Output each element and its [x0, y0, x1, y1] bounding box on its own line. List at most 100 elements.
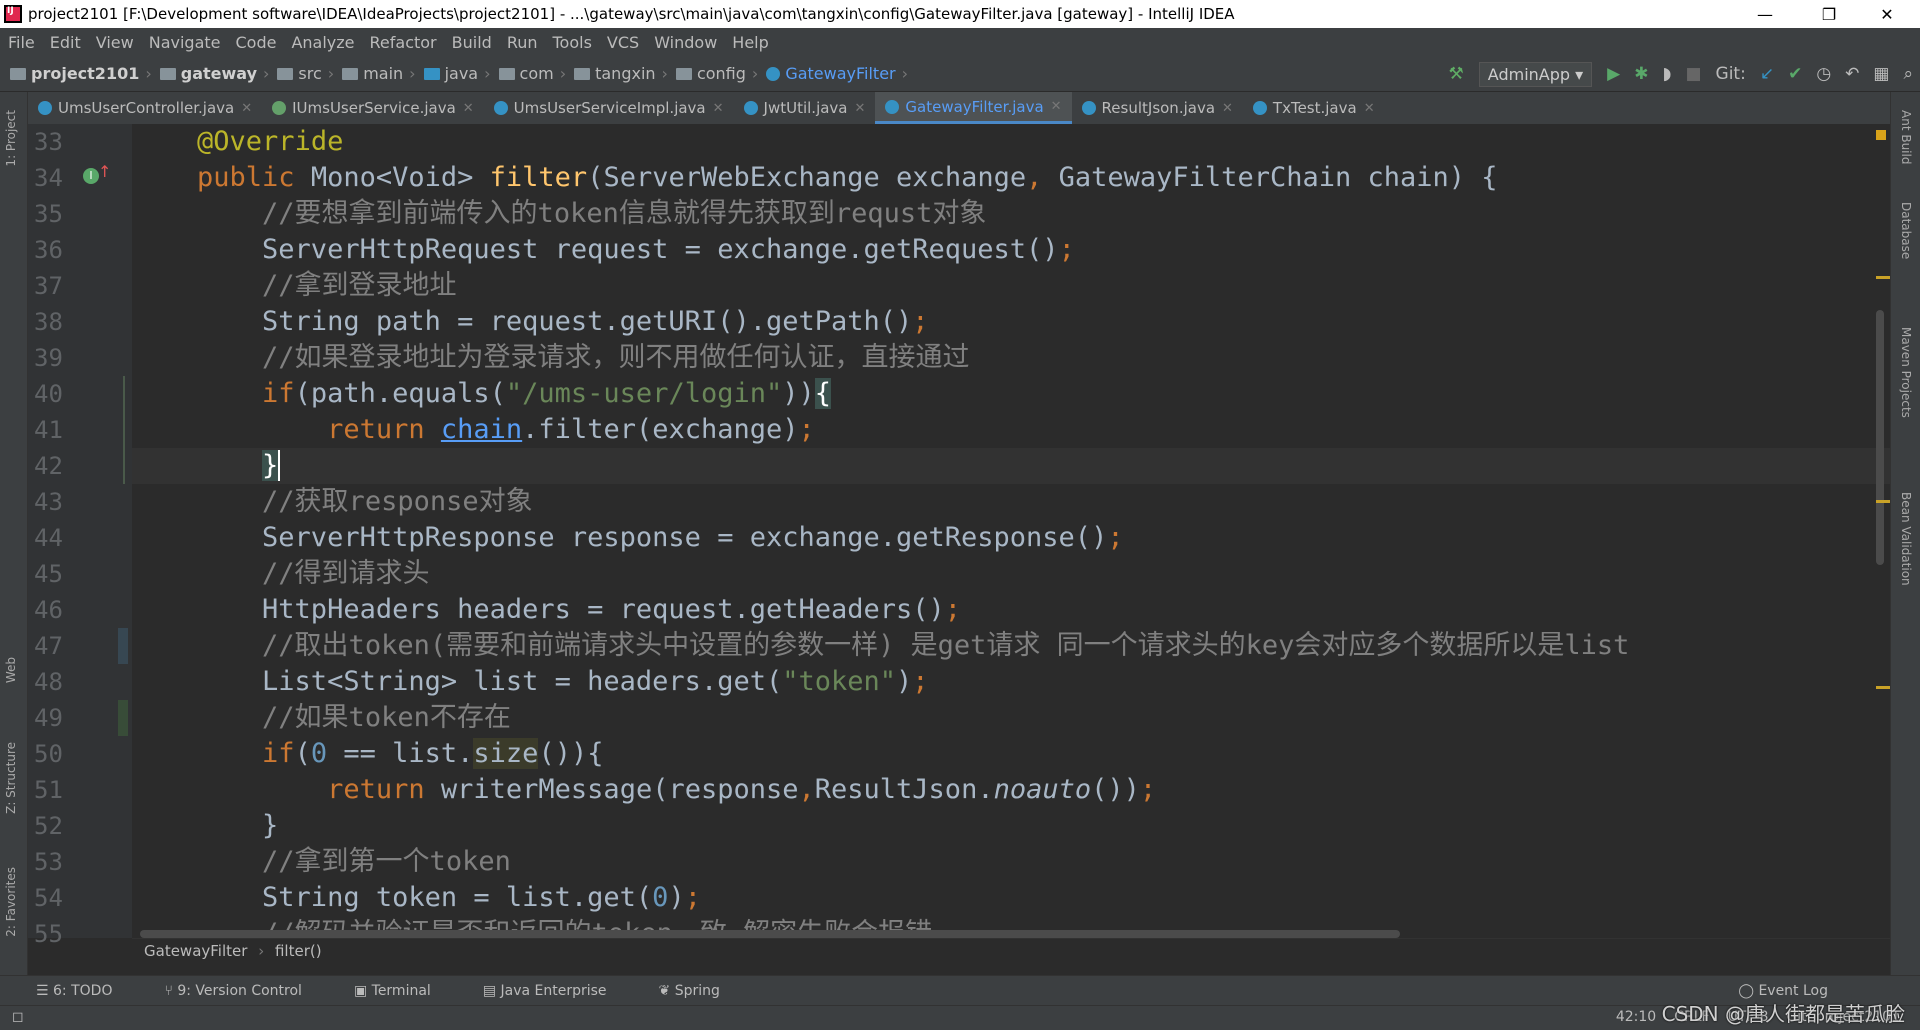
tab-iumsuserservice[interactable]: IUmsUserService.java ✕: [262, 92, 484, 124]
close-tab-icon[interactable]: ✕: [1364, 101, 1375, 116]
git-label: Git:: [1715, 64, 1746, 84]
breadcrumb-java[interactable]: java ›: [423, 64, 491, 83]
menu-refactor[interactable]: Refactor: [370, 33, 437, 52]
coverage-icon[interactable]: ◗: [1662, 64, 1671, 84]
breadcrumb-project[interactable]: project2101 ›: [10, 64, 152, 83]
database-tool-button[interactable]: Database: [1899, 202, 1913, 259]
code-line: public Mono<Void> filter(ServerWebExchan…: [197, 162, 1498, 193]
bean-validation-tool-button[interactable]: Bean Validation: [1899, 492, 1913, 586]
horizontal-scrollbar[interactable]: [140, 930, 1400, 938]
menu-vcs[interactable]: VCS: [607, 33, 639, 52]
close-button[interactable]: ✕: [1864, 0, 1910, 28]
ant-build-tool-button[interactable]: Ant Build: [1899, 110, 1913, 164]
error-stripe-mark[interactable]: [1876, 276, 1890, 279]
main-toolbar: ⚒ AdminApp ▾ ▶ ✱ ◗ ■ Git: ↙ ✔ ◷ ↶ ▦ ⌕: [1442, 56, 1920, 92]
menu-file[interactable]: File: [8, 33, 35, 52]
minimize-button[interactable]: —: [1742, 0, 1788, 28]
tab-gatewayfilter[interactable]: GatewayFilter.java ✕: [875, 92, 1072, 124]
breadcrumb-com[interactable]: com ›: [498, 64, 566, 83]
project-structure-icon[interactable]: ▦: [1873, 64, 1889, 84]
run-config-select[interactable]: AdminApp ▾: [1478, 61, 1593, 87]
menu-code[interactable]: Code: [236, 33, 277, 52]
close-tab-icon[interactable]: ✕: [1222, 101, 1233, 116]
breadcrumb-tangxin[interactable]: tangxin ›: [574, 64, 668, 83]
close-tab-icon[interactable]: ✕: [463, 101, 474, 116]
code-line: List<String> list = headers.get("token")…: [132, 666, 929, 697]
debug-icon[interactable]: ✱: [1634, 64, 1648, 84]
close-tab-icon[interactable]: ✕: [1051, 99, 1062, 114]
menu-view[interactable]: View: [96, 33, 134, 52]
package-icon: [574, 67, 591, 80]
code-line: //如果登录地址为登录请求，则不用做任何认证，直接通过: [262, 342, 970, 373]
toggle-tool-windows-icon[interactable]: ◻: [12, 1009, 24, 1025]
maven-tool-button[interactable]: Maven Projects: [1899, 327, 1913, 418]
git-commit-icon[interactable]: ✔: [1788, 64, 1802, 84]
module-folder-icon: [159, 67, 176, 80]
source-folder-icon: [423, 67, 440, 80]
menu-navigate[interactable]: Navigate: [149, 33, 221, 52]
menu-help[interactable]: Help: [732, 33, 768, 52]
override-marker-icon[interactable]: I: [83, 168, 99, 184]
folder-icon: [277, 67, 294, 80]
structure-tool-button[interactable]: Z: Structure: [4, 742, 18, 814]
favorites-tool-button[interactable]: 2: Favorites: [4, 867, 18, 937]
breadcrumb-class[interactable]: GatewayFilter: [144, 942, 247, 960]
class-icon: [493, 101, 508, 115]
window-title: project2101 [F:\Development software\IDE…: [28, 5, 1235, 23]
breadcrumb-src[interactable]: src ›: [277, 64, 334, 83]
menu-build[interactable]: Build: [452, 33, 492, 52]
run-config-label: AdminApp: [1487, 64, 1571, 84]
folder-icon: [10, 67, 26, 80]
tab-jwtutil[interactable]: JwtUtil.java ✕: [734, 92, 876, 124]
terminal-tool-button[interactable]: ▣ Terminal: [354, 983, 457, 999]
breadcrumb-module[interactable]: gateway ›: [159, 64, 269, 83]
tab-umsusercontroller[interactable]: UmsUserController.java ✕: [28, 92, 262, 124]
error-stripe-mark[interactable]: [1876, 500, 1890, 503]
search-icon[interactable]: ⌕: [1903, 64, 1913, 84]
analysis-status-icon[interactable]: [1876, 130, 1886, 140]
run-icon[interactable]: ▶: [1607, 64, 1620, 84]
code-line: //拿到第一个token: [262, 846, 511, 877]
breadcrumb-method[interactable]: filter(): [275, 942, 322, 960]
tab-umsuserserviceimpl[interactable]: UmsUserServiceImpl.java ✕: [484, 92, 734, 124]
java-enterprise-tool-button[interactable]: ▤ Java Enterprise: [483, 983, 633, 999]
menu-edit[interactable]: Edit: [50, 33, 81, 52]
breadcrumb-label: java: [444, 64, 479, 83]
breadcrumb-main[interactable]: main ›: [342, 64, 416, 83]
code-editor[interactable]: @Override public Mono<Void> filter(Serve…: [132, 124, 1890, 938]
tab-resultjson[interactable]: ResultJson.java ✕: [1072, 92, 1243, 124]
line-number-gutter[interactable]: 33 34 35 36 37 38 39 40 41 42 43 44 45 4…: [28, 124, 132, 948]
restore-button[interactable]: ❐: [1806, 0, 1852, 28]
tab-txtest[interactable]: TxTest.java ✕: [1243, 92, 1385, 124]
version-control-tool-button[interactable]: ⑂ 9: Version Control: [164, 983, 327, 999]
tool-label: 9: Version Control: [177, 982, 302, 999]
spring-tool-button[interactable]: ❦ Spring: [659, 983, 746, 999]
revert-icon[interactable]: ↶: [1845, 64, 1859, 84]
todo-tool-button[interactable]: ☰ 6: TODO: [36, 983, 138, 999]
vertical-scrollbar[interactable]: [1876, 310, 1884, 565]
close-tab-icon[interactable]: ✕: [713, 101, 724, 116]
menu-analyze[interactable]: Analyze: [291, 33, 354, 52]
breadcrumb-class[interactable]: GatewayFilter ›: [766, 64, 908, 83]
build-hammer-icon[interactable]: ⚒: [1449, 64, 1464, 84]
breadcrumb-config[interactable]: config ›: [675, 64, 758, 83]
close-tab-icon[interactable]: ✕: [855, 101, 866, 116]
project-tool-button[interactable]: 1: Project: [4, 110, 18, 167]
close-tab-icon[interactable]: ✕: [241, 101, 252, 116]
watermark: CSDN @唐人街都是苦瓜脸: [1661, 1002, 1905, 1026]
stop-icon[interactable]: ■: [1685, 64, 1701, 84]
error-stripe-mark[interactable]: [1876, 686, 1890, 689]
tab-label: IUmsUserService.java: [292, 99, 456, 117]
cursor-position[interactable]: 42:10: [1616, 1009, 1656, 1025]
history-icon[interactable]: ◷: [1816, 64, 1831, 84]
code-line: //得到请求头: [262, 558, 430, 589]
menu-run[interactable]: Run: [507, 33, 538, 52]
menu-tools[interactable]: Tools: [553, 33, 592, 52]
chevron-right-icon: ›: [484, 64, 491, 83]
code-line: ServerHttpResponse response = exchange.g…: [132, 522, 1124, 553]
git-update-icon[interactable]: ↙: [1760, 64, 1774, 84]
menu-window[interactable]: Window: [654, 33, 717, 52]
title-bar: project2101 [F:\Development software\IDE…: [0, 0, 1920, 28]
web-tool-button[interactable]: Web: [4, 657, 18, 683]
event-log-button[interactable]: ◯ Event Log: [1738, 983, 1854, 999]
